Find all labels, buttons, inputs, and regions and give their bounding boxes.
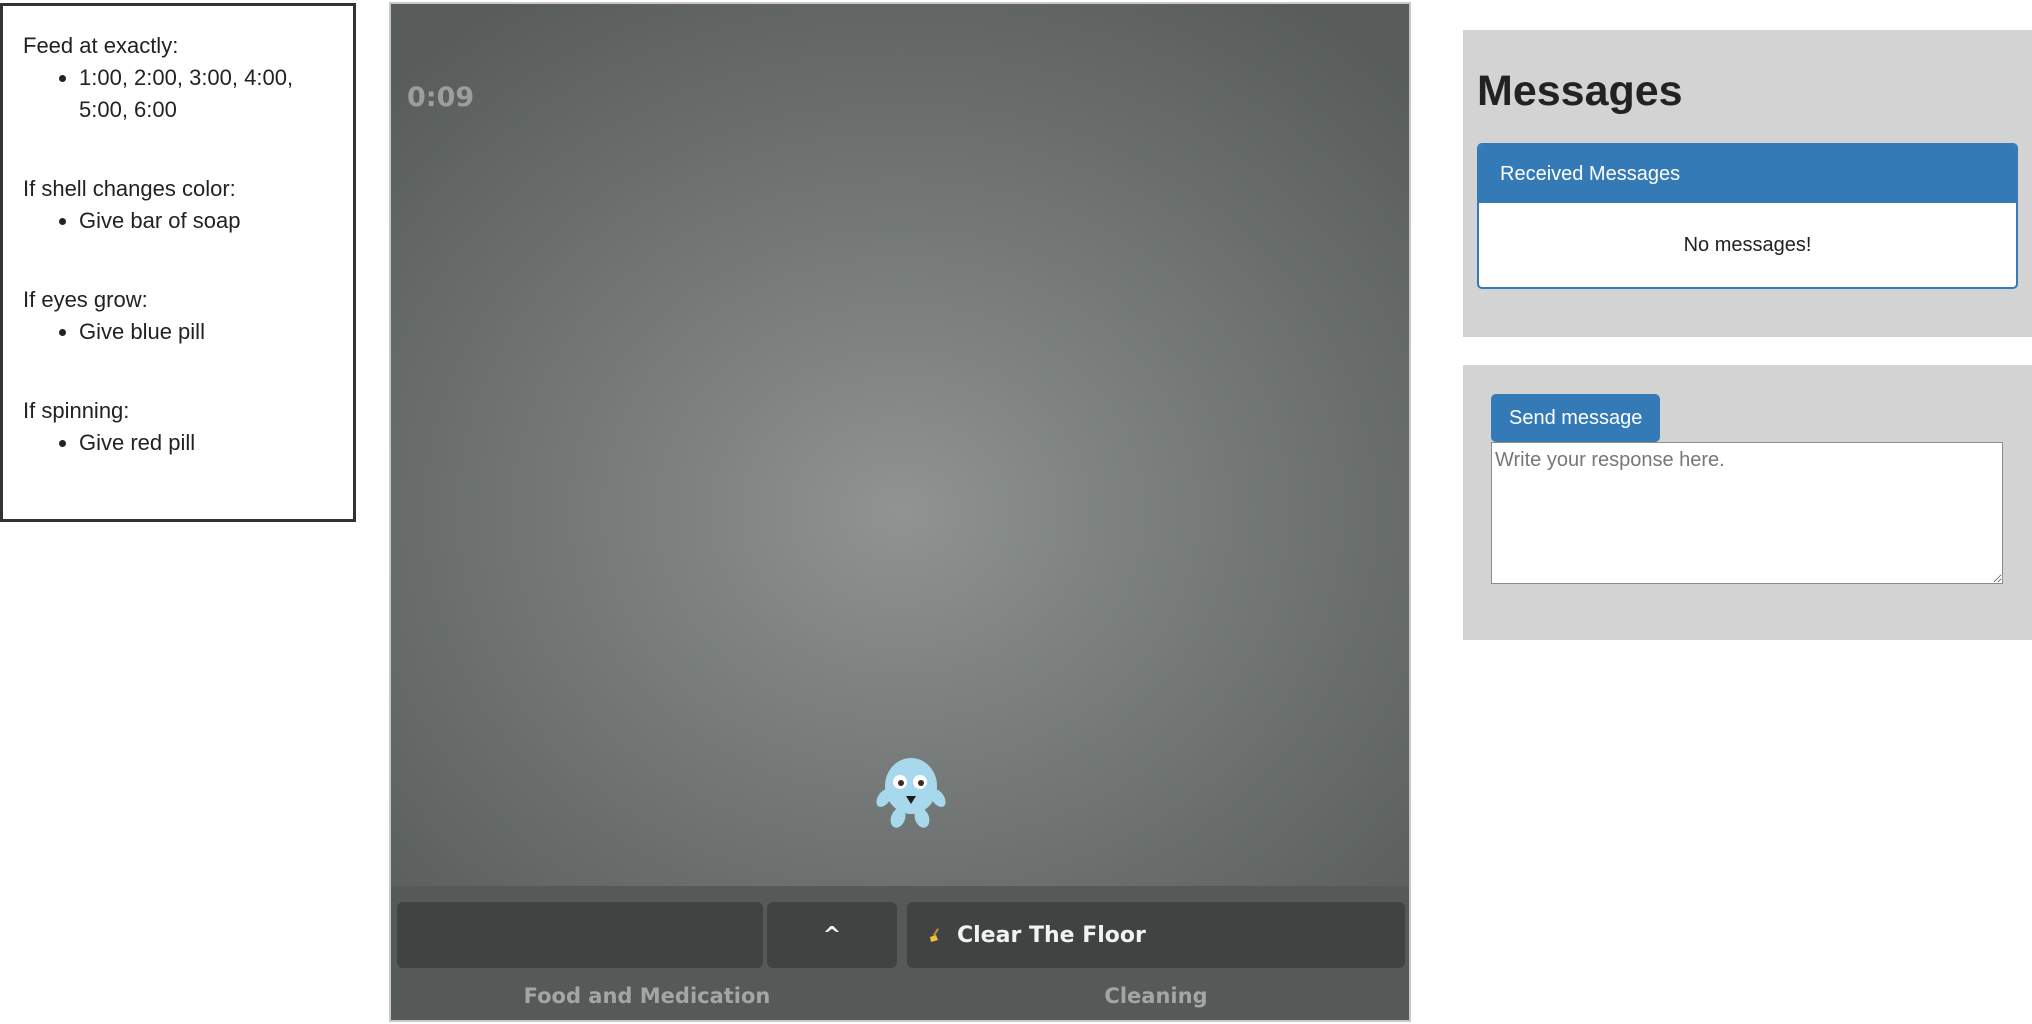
creature-sprite[interactable] <box>876 752 946 832</box>
clear-floor-button[interactable]: Clear The Floor <box>907 902 1405 968</box>
rule-actions: 1:00, 2:00, 3:00, 4:00, 5:00, 6:00 <box>23 62 333 126</box>
rule-condition: If spinning: <box>23 398 130 423</box>
category-cleaning: Cleaning <box>1104 984 1208 1008</box>
no-messages-text: No messages! <box>1683 234 1812 256</box>
rule-action: Give bar of soap <box>79 205 333 237</box>
rule-condition: If eyes grow: <box>23 287 148 312</box>
messages-title: Messages <box>1477 67 1683 115</box>
broom-icon <box>930 928 940 942</box>
control-bar: ^ Clear The Floor Food and Medication Cl… <box>391 886 1409 1020</box>
category-food-medication: Food and Medication <box>523 984 771 1008</box>
send-message-button[interactable]: Send message <box>1491 394 1661 442</box>
rule-actions: Give bar of soap <box>23 205 333 237</box>
instructions-panel: Feed at exactly: 1:00, 2:00, 3:00, 4:00,… <box>0 3 356 522</box>
rule-action: Give blue pill <box>79 316 333 348</box>
expand-caret-button[interactable]: ^ <box>767 902 897 968</box>
rule-shell-color: If shell changes color: Give bar of soap <box>23 173 333 237</box>
clear-floor-label: Clear The Floor <box>957 922 1146 948</box>
rule-feed: Feed at exactly: 1:00, 2:00, 3:00, 4:00,… <box>23 30 333 126</box>
food-medication-slot[interactable] <box>397 902 763 968</box>
received-messages-header: Received Messages <box>1479 145 2016 203</box>
rule-action: Give red pill <box>79 427 333 459</box>
game-timer: 0:09 <box>407 82 475 113</box>
rule-eyes-grow: If eyes grow: Give blue pill <box>23 284 333 348</box>
rule-condition: Feed at exactly: <box>23 33 179 58</box>
rule-condition: If shell changes color: <box>23 176 236 201</box>
response-textarea[interactable] <box>1491 442 2003 584</box>
reply-panel: Send message <box>1463 365 2032 640</box>
rule-actions: Give blue pill <box>23 316 333 348</box>
rule-spinning: If spinning: Give red pill <box>23 395 333 459</box>
messages-panel: Messages Received Messages No messages! <box>1463 30 2032 337</box>
rule-actions: Give red pill <box>23 427 333 459</box>
page: Feed at exactly: 1:00, 2:00, 3:00, 4:00,… <box>0 0 2032 1024</box>
game-canvas[interactable]: 0:09 ^ Clear The Floor Food and Medicati… <box>389 2 1411 1022</box>
rule-action: 1:00, 2:00, 3:00, 4:00, 5:00, 6:00 <box>79 62 333 126</box>
received-messages-box: Received Messages No messages! <box>1477 143 2018 289</box>
